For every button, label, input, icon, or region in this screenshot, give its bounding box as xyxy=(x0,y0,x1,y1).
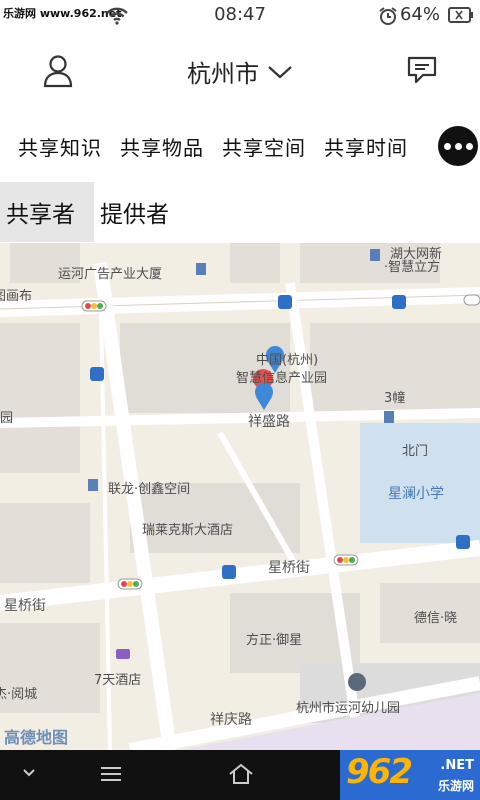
category-items[interactable]: 共享物品 xyxy=(120,132,204,161)
category-knowledge[interactable]: 共享知识 xyxy=(18,132,102,161)
map-label: 中国(杭州) xyxy=(256,353,319,368)
alarm-icon xyxy=(379,7,397,25)
brand-logo: 962 .NET 乐游网 xyxy=(340,750,480,800)
role-tabs: 共享者 提供者 xyxy=(0,182,480,242)
map-label: 园 xyxy=(0,411,14,426)
chevron-down-icon xyxy=(268,65,292,78)
category-time[interactable]: 共享时间 xyxy=(324,132,408,161)
map-label: 运河广告产业大厦 xyxy=(58,267,163,282)
map-label: 德信·晓 xyxy=(414,611,458,626)
map-label: 智慧信息产业园 xyxy=(236,371,328,386)
system-nav-bar: 962 .NET 乐游网 xyxy=(0,750,480,800)
header: 杭州市 xyxy=(0,32,480,108)
message-icon[interactable] xyxy=(406,54,438,86)
map-label: 杭州市运河幼儿园 xyxy=(296,701,401,716)
category-space[interactable]: 共享空间 xyxy=(222,132,306,161)
battery-icon xyxy=(448,7,473,23)
home-icon[interactable] xyxy=(228,763,254,785)
tab-sharer[interactable]: 共享者 xyxy=(0,182,94,242)
brand-domain: .NET xyxy=(440,758,474,773)
chevron-down-icon[interactable] xyxy=(22,768,36,778)
map-road-label: 星桥街 xyxy=(268,560,310,576)
brand-name: 乐游网 xyxy=(437,779,474,793)
map-label: 北门 xyxy=(402,444,429,459)
category-bar: 共享知识 共享物品 共享空间 共享时间 xyxy=(0,118,480,174)
battery-percent: 64% xyxy=(399,4,440,25)
city-name: 杭州市 xyxy=(187,60,259,88)
tab-provider[interactable]: 提供者 xyxy=(94,182,175,242)
map-label: 中图画布 xyxy=(0,289,33,304)
status-bar: 乐游网 www.962.net 08:47 64% xyxy=(0,0,480,32)
map-label: 7天酒店 xyxy=(94,673,142,688)
menu-icon[interactable] xyxy=(100,766,122,782)
map-label: 杰·阅城 xyxy=(0,687,38,702)
map-road-label: 祥盛路 xyxy=(248,414,290,430)
map-label: ·智慧立方 xyxy=(384,260,441,275)
map-label: 星澜小学 xyxy=(388,486,444,502)
map-view[interactable]: 运河广告产业大厦 湖大网新 ·智慧立方 中图画布 中国(杭州) 智慧信息产业园 … xyxy=(0,243,480,750)
more-icon[interactable] xyxy=(438,126,478,166)
map-attribution: 高德地图 xyxy=(4,728,69,747)
map-road-label: 星桥街 xyxy=(4,598,46,614)
map-road-label: 祥庆路 xyxy=(210,712,252,728)
map-label: 联龙·创鑫空间 xyxy=(108,482,191,497)
map-label: 3幢 xyxy=(384,391,406,406)
map-label: 方正·御星 xyxy=(246,633,303,648)
brand-number: 962 xyxy=(346,752,413,792)
map-label: 瑞莱克斯大酒店 xyxy=(142,523,234,538)
